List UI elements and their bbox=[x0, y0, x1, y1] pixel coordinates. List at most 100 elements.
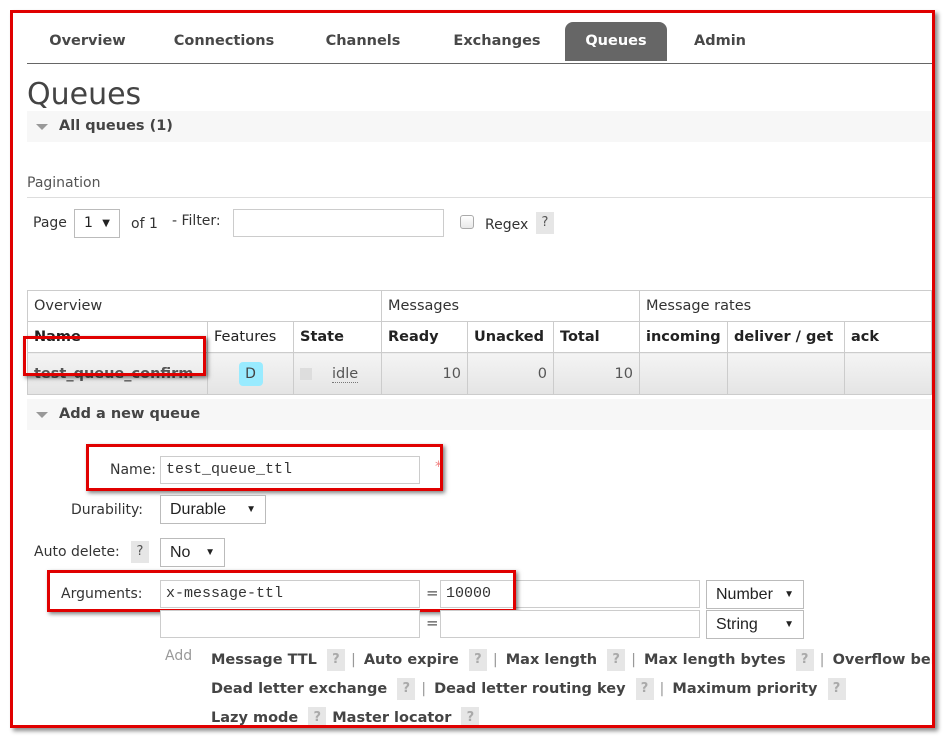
separator: | bbox=[819, 652, 825, 668]
col-ack[interactable]: ack bbox=[844, 321, 932, 353]
filter-input[interactable] bbox=[233, 209, 444, 237]
col-name[interactable]: Name bbox=[27, 321, 208, 353]
regex-checkbox[interactable] bbox=[460, 215, 474, 229]
col-unacked[interactable]: Unacked bbox=[467, 321, 554, 353]
separator: | bbox=[421, 681, 427, 697]
equals-sign: = bbox=[426, 614, 439, 632]
equals-sign: = bbox=[426, 584, 439, 602]
dropdown-arrow-icon: ▼ bbox=[784, 589, 794, 600]
arg-link-lazy-mode[interactable]: Lazy mode bbox=[211, 710, 298, 725]
col-incoming[interactable]: incoming bbox=[639, 321, 728, 353]
separator: | bbox=[350, 652, 356, 668]
page-select[interactable]: 1 ▼ bbox=[74, 209, 120, 238]
tab-connections[interactable]: Connections bbox=[160, 22, 288, 61]
add-queue-toggle[interactable]: Add a new queue bbox=[27, 399, 932, 430]
auto-delete-select[interactable]: No ▼ bbox=[160, 538, 225, 567]
collapse-triangle-icon bbox=[36, 124, 48, 130]
state-text: idle bbox=[332, 365, 359, 383]
master-locator-help-button[interactable]: ? bbox=[461, 707, 480, 725]
regex-label: Regex bbox=[485, 217, 529, 233]
col-total[interactable]: Total bbox=[553, 321, 640, 353]
auto-delete-help-button[interactable]: ? bbox=[131, 541, 149, 563]
argument-key-input-2[interactable] bbox=[160, 610, 420, 638]
separator: | bbox=[631, 652, 637, 668]
group-messages: Messages bbox=[381, 290, 640, 322]
screenshot-frame: Overview Connections Channels Exchanges … bbox=[10, 10, 935, 728]
max-priority-help-button[interactable]: ? bbox=[827, 678, 846, 700]
separator: | bbox=[492, 652, 498, 668]
filter-label: - Filter: bbox=[172, 213, 221, 229]
incoming-rate bbox=[639, 352, 728, 395]
tab-overview[interactable]: Overview bbox=[27, 22, 148, 61]
message-ttl-help-button[interactable]: ? bbox=[326, 649, 345, 671]
arg-link-overflow[interactable]: Overflow behaviour bbox=[833, 652, 932, 668]
arguments-label: Arguments: bbox=[61, 586, 143, 602]
regex-help-button[interactable]: ? bbox=[536, 212, 554, 234]
argument-type-select-1[interactable]: Number ▼ bbox=[706, 580, 804, 609]
tab-channels[interactable]: Channels bbox=[307, 22, 419, 61]
argument-value-input-2[interactable] bbox=[440, 610, 700, 638]
arg-link-max-length-bytes[interactable]: Max length bytes bbox=[644, 652, 786, 668]
dropdown-arrow-icon: ▼ bbox=[205, 547, 215, 558]
add-queue-header: Add a new queue bbox=[59, 406, 201, 422]
name-label: Name: bbox=[110, 462, 157, 478]
ready-count: 10 bbox=[381, 352, 468, 395]
table-group-header-row: Overview Messages Message rates bbox=[27, 290, 932, 322]
pagination-divider bbox=[27, 197, 932, 198]
dlrk-help-button[interactable]: ? bbox=[635, 678, 654, 700]
all-queues-header: All queues (1) bbox=[59, 118, 173, 134]
argument-type-value-1: Number bbox=[716, 586, 773, 603]
dropdown-arrow-icon: ▼ bbox=[784, 619, 794, 630]
arg-link-master-locator[interactable]: Master locator bbox=[332, 710, 451, 725]
max-length-help-button[interactable]: ? bbox=[607, 649, 626, 671]
argument-type-select-2[interactable]: String ▼ bbox=[706, 610, 804, 639]
group-message-rates: Message rates bbox=[639, 290, 932, 322]
main-nav: Overview Connections Channels Exchanges … bbox=[27, 13, 932, 64]
tab-queues[interactable]: Queues bbox=[565, 22, 667, 61]
arg-link-auto-expire[interactable]: Auto expire bbox=[364, 652, 459, 668]
max-length-bytes-help-button[interactable]: ? bbox=[795, 649, 814, 671]
argument-shortcuts-row-3: Lazy mode? Master locator? bbox=[211, 707, 485, 725]
page-select-value: 1 bbox=[84, 215, 93, 231]
collapse-triangle-icon bbox=[36, 412, 48, 418]
durable-badge: D bbox=[238, 361, 263, 386]
arg-link-dead-letter-exchange[interactable]: Dead letter exchange bbox=[211, 681, 387, 697]
lazy-mode-help-button[interactable]: ? bbox=[308, 707, 327, 725]
col-deliver-get[interactable]: deliver / get bbox=[727, 321, 845, 353]
tab-exchanges[interactable]: Exchanges bbox=[435, 22, 559, 61]
auto-expire-help-button[interactable]: ? bbox=[468, 649, 487, 671]
ack-rate bbox=[844, 352, 932, 395]
queue-name-input[interactable]: test_queue_ttl bbox=[160, 456, 420, 484]
arg-link-message-ttl[interactable]: Message TTL bbox=[211, 652, 317, 668]
dropdown-arrow-icon: ▼ bbox=[102, 218, 110, 229]
dlx-help-button[interactable]: ? bbox=[397, 678, 416, 700]
arg-link-dead-letter-routing-key[interactable]: Dead letter routing key bbox=[434, 681, 625, 697]
col-state[interactable]: State bbox=[293, 321, 382, 353]
all-queues-toggle[interactable]: All queues (1) bbox=[27, 111, 932, 142]
group-overview: Overview bbox=[27, 290, 382, 322]
dropdown-arrow-icon: ▼ bbox=[246, 504, 256, 515]
separator: | bbox=[659, 681, 665, 697]
durability-value: Durable bbox=[170, 501, 227, 518]
argument-value-input-1[interactable]: 10000 bbox=[440, 580, 700, 608]
deliver-get-rate bbox=[727, 352, 845, 395]
table-header-row: Name Features State Ready Unacked Total … bbox=[27, 321, 932, 353]
management-page: Overview Connections Channels Exchanges … bbox=[23, 13, 932, 725]
durability-label: Durability: bbox=[71, 502, 144, 518]
queue-name-link[interactable]: test_queue_confirm bbox=[27, 352, 208, 395]
col-ready[interactable]: Ready bbox=[381, 321, 468, 353]
argument-key-input-1[interactable]: x-message-ttl bbox=[160, 580, 420, 608]
arg-link-max-length[interactable]: Max length bbox=[506, 652, 597, 668]
page-title: Queues bbox=[27, 77, 142, 112]
state-indicator-icon bbox=[300, 367, 312, 380]
durability-select[interactable]: Durable ▼ bbox=[160, 495, 266, 524]
table-row[interactable]: test_queue_confirm D idle 10 0 10 bbox=[27, 352, 932, 395]
arg-link-maximum-priority[interactable]: Maximum priority bbox=[672, 681, 817, 697]
auto-delete-value: No bbox=[170, 544, 191, 561]
queues-table: Overview Messages Message rates Name Fea… bbox=[27, 290, 932, 395]
tab-admin[interactable]: Admin bbox=[679, 22, 761, 61]
add-label: Add bbox=[165, 648, 193, 664]
required-asterisk: * bbox=[435, 459, 442, 475]
pagination-label: Pagination bbox=[27, 175, 101, 191]
state-cell: idle bbox=[293, 352, 382, 395]
